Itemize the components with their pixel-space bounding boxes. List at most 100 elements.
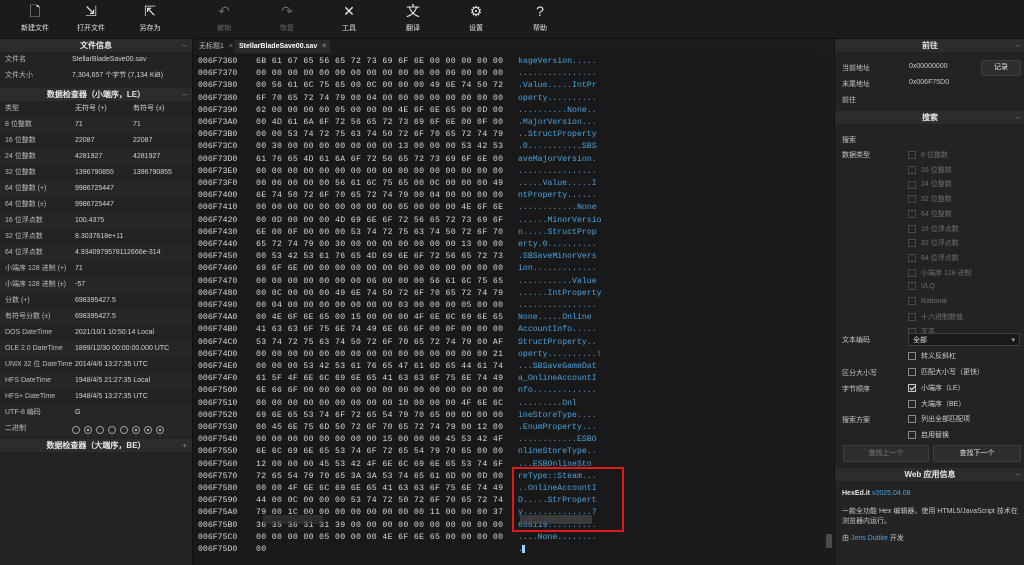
checkbox-box[interactable] <box>908 239 916 248</box>
checkbox-box[interactable] <box>908 297 916 305</box>
inspector-row[interactable]: 8 位整数 71 71 <box>0 117 192 133</box>
redo-button[interactable]: ↷ 恢复 <box>266 3 308 35</box>
expand-icon[interactable]: + <box>182 439 187 452</box>
inspector-row[interactable]: 24 位整数 4281927 4281927 <box>0 149 192 165</box>
checkbox-box[interactable] <box>908 165 916 174</box>
author-link[interactable]: Jens Duttke <box>851 535 888 542</box>
inspector-row[interactable]: 有符号分数 (±) 698395427.5 <box>0 309 192 325</box>
hex-bytes[interactable]: 00 00 53 74 72 75 63 74 50 72 6F 70 65 7… <box>256 129 503 141</box>
inspector-row[interactable]: 64 位整数 (+) 9986725447 <box>0 181 192 197</box>
collapse-icon[interactable]: – <box>1016 111 1020 124</box>
record-button[interactable]: 记录 <box>981 60 1021 76</box>
inspector-row[interactable]: 分数 (+) 698395427.5 <box>0 293 192 309</box>
inspector-row[interactable]: 16 位浮点数 100.4375 <box>0 213 192 229</box>
bit-toggle[interactable] <box>96 426 104 434</box>
inspector-value[interactable]: 2021/10/1 10:50:14 Local <box>75 325 154 341</box>
hex-scrollbar[interactable] <box>825 54 833 565</box>
inspector-value[interactable]: G <box>75 405 80 421</box>
datatype-checkbox[interactable]: 小端序 128 进制 <box>908 268 972 278</box>
hex-bytes[interactable]: 00 00 00 00 00 00 00 00 00 00 00 00 00 0… <box>256 349 503 361</box>
datatype-checkbox[interactable]: 16 位浮点数 <box>908 224 959 234</box>
inspector-value[interactable]: 1396790855 <box>133 165 172 181</box>
bit-toggle[interactable] <box>72 426 80 434</box>
inspector-value[interactable]: 71 <box>75 261 83 277</box>
inspector-value[interactable]: 9986725447 <box>75 197 114 213</box>
checkbox-box[interactable] <box>908 224 916 233</box>
tools-button[interactable]: ✕ 工具 <box>328 3 370 35</box>
inspector-value[interactable]: 100.4375 <box>75 213 104 229</box>
bit-toggle[interactable] <box>132 426 140 434</box>
inspector-value[interactable]: 71 <box>75 117 83 133</box>
inspector-value[interactable]: 698395427.5 <box>75 309 116 325</box>
datatype-checkbox[interactable]: VLQ <box>908 282 935 291</box>
hex-text[interactable]: .SBSaveMinorVers <box>518 251 597 263</box>
hex-bytes[interactable]: 00 00 00 00 05 00 00 00 4E 6F 6E 65 00 0… <box>256 532 503 544</box>
inspector-row[interactable]: 小端序 128 进制 (±) -57 <box>0 277 192 293</box>
datatype-checkbox[interactable]: 32 位浮点数 <box>908 238 959 248</box>
checkbox-box[interactable] <box>908 415 916 424</box>
inspector-row[interactable]: 64 位浮点数 4.9340979578112666e-314 <box>0 245 192 261</box>
tab-savefile[interactable]: StellarBladeSave00.sav × <box>235 40 331 53</box>
case-checkbox[interactable]: 匹配大小写（更快） <box>908 367 984 377</box>
escape-checkbox[interactable]: 转义反斜杠 <box>908 351 956 361</box>
hex-bytes[interactable]: 00 06 00 00 00 56 61 6C 75 65 00 0C 00 0… <box>256 178 503 190</box>
bit-toggle[interactable] <box>84 426 92 434</box>
hex-text[interactable]: ......MinorVersio <box>518 215 602 227</box>
hex-bytes[interactable]: 6F 70 65 72 74 79 00 04 00 00 00 00 00 0… <box>256 93 503 105</box>
checkbox-box[interactable] <box>908 180 916 189</box>
inspector-value[interactable]: 4281927 <box>133 149 160 165</box>
inspector-value[interactable]: 2014/4/6 13:27:35 UTC <box>75 357 148 373</box>
save-as-button[interactable]: ⇱ 另存为 <box>129 3 171 35</box>
inspector-row[interactable]: UTF-8 编码 G <box>0 405 192 421</box>
collapse-icon[interactable]: – <box>1016 39 1020 52</box>
be-checkbox[interactable]: 大端序（BE） <box>908 399 965 409</box>
bit-toggle[interactable] <box>108 426 116 434</box>
hex-bytes[interactable]: 00 56 61 6C 75 65 00 0C 00 00 00 49 6E 7… <box>256 80 503 92</box>
checkbox-box[interactable] <box>908 368 916 377</box>
inspector-value[interactable]: 1948/4/5 21:27:35 Local <box>75 373 150 389</box>
translate-button[interactable]: 文翻译 <box>392 3 434 35</box>
hex-bytes[interactable]: 00 4D 61 6A 6F 72 56 65 72 73 69 6F 6E 0… <box>256 117 503 129</box>
open-file-button[interactable]: ⇲ 打开文件 <box>70 3 112 35</box>
listall-checkbox[interactable]: 列出全部匹配项 <box>908 414 970 424</box>
hex-bytes[interactable]: 6B 61 67 65 56 65 72 73 69 6F 6E 00 00 0… <box>256 56 503 68</box>
hex-bytes[interactable]: 00 00 00 00 00 00 00 06 00 00 00 56 61 6… <box>256 276 503 288</box>
hex-bytes[interactable]: 00 0D 00 00 00 4D 69 6E 6F 72 56 65 72 7… <box>256 215 503 227</box>
inspector-row[interactable]: 64 位整数 (±) 9986725447 <box>0 197 192 213</box>
bit-toggle[interactable] <box>144 426 152 434</box>
hex-text[interactable]: nlineStoreType.. <box>518 446 597 458</box>
hex-text[interactable]: a_OnlineAccountI <box>518 373 597 385</box>
hex-text[interactable]: .........Onl <box>518 398 577 410</box>
datatype-checkbox[interactable]: 64 位浮点数 <box>908 253 959 263</box>
hex-bytes[interactable]: 6E 66 6F 00 00 00 00 00 00 00 00 00 00 0… <box>256 385 503 397</box>
hex-text[interactable]: nfo............. <box>518 385 597 397</box>
hex-text[interactable]: ...SBSaveGameDat <box>518 361 597 373</box>
hex-bytes[interactable]: 69 6E 65 53 74 6F 72 65 54 79 70 65 00 0… <box>256 410 503 422</box>
inspector-row[interactable]: HFS+ DateTime 1948/4/5 13:27:35 UTC <box>0 389 192 405</box>
le-checkbox[interactable]: 小端序（LE） <box>908 383 965 393</box>
hex-text[interactable]: .EnumProperty... <box>518 422 597 434</box>
hex-text[interactable]: .0...........SBS <box>518 141 597 153</box>
checkbox-box[interactable] <box>908 209 916 218</box>
checkbox-box[interactable] <box>908 282 916 291</box>
replace-checkbox[interactable]: 启用替换 <box>908 430 949 440</box>
undo-button[interactable]: ↶ 撤销 <box>203 3 245 35</box>
inspector-row[interactable]: OLE 2.0 DateTime 1899/12/30 00:00:00.000 … <box>0 341 192 357</box>
hex-text[interactable]: .Value.....IntPr <box>518 80 597 92</box>
close-icon[interactable]: × <box>322 43 326 50</box>
inspector-value[interactable]: -57 <box>75 277 85 293</box>
checkbox-box[interactable] <box>908 431 916 440</box>
hex-text[interactable]: AccountInfo..... <box>518 324 597 336</box>
checkbox-box[interactable] <box>908 384 916 393</box>
hex-text[interactable]: operty..........! <box>518 349 602 361</box>
hex-text[interactable]: ...........Value <box>518 276 597 288</box>
inspector-row[interactable]: 小端序 128 进制 (+) 71 <box>0 261 192 277</box>
hex-bytes[interactable]: 6E 74 50 72 6F 70 65 72 74 79 00 04 00 0… <box>256 190 503 202</box>
inspector-value[interactable]: 1396790855 <box>75 165 114 181</box>
inspector-row[interactable]: HFS DateTime 1948/4/5 21:27:35 Local <box>0 373 192 389</box>
hex-bytes[interactable]: 44 00 0C 00 00 00 53 74 72 50 72 6F 70 6… <box>256 495 503 507</box>
hex-bytes[interactable]: 00 <box>256 544 267 556</box>
webapp-header[interactable]: Web 应用信息 – <box>835 468 1024 481</box>
hex-bytes[interactable]: 00 0C 00 00 00 49 6E 74 50 72 6F 70 65 7… <box>256 288 503 300</box>
inspector-value[interactable]: 1899/12/30 00:00:00.000 UTC <box>75 341 169 357</box>
